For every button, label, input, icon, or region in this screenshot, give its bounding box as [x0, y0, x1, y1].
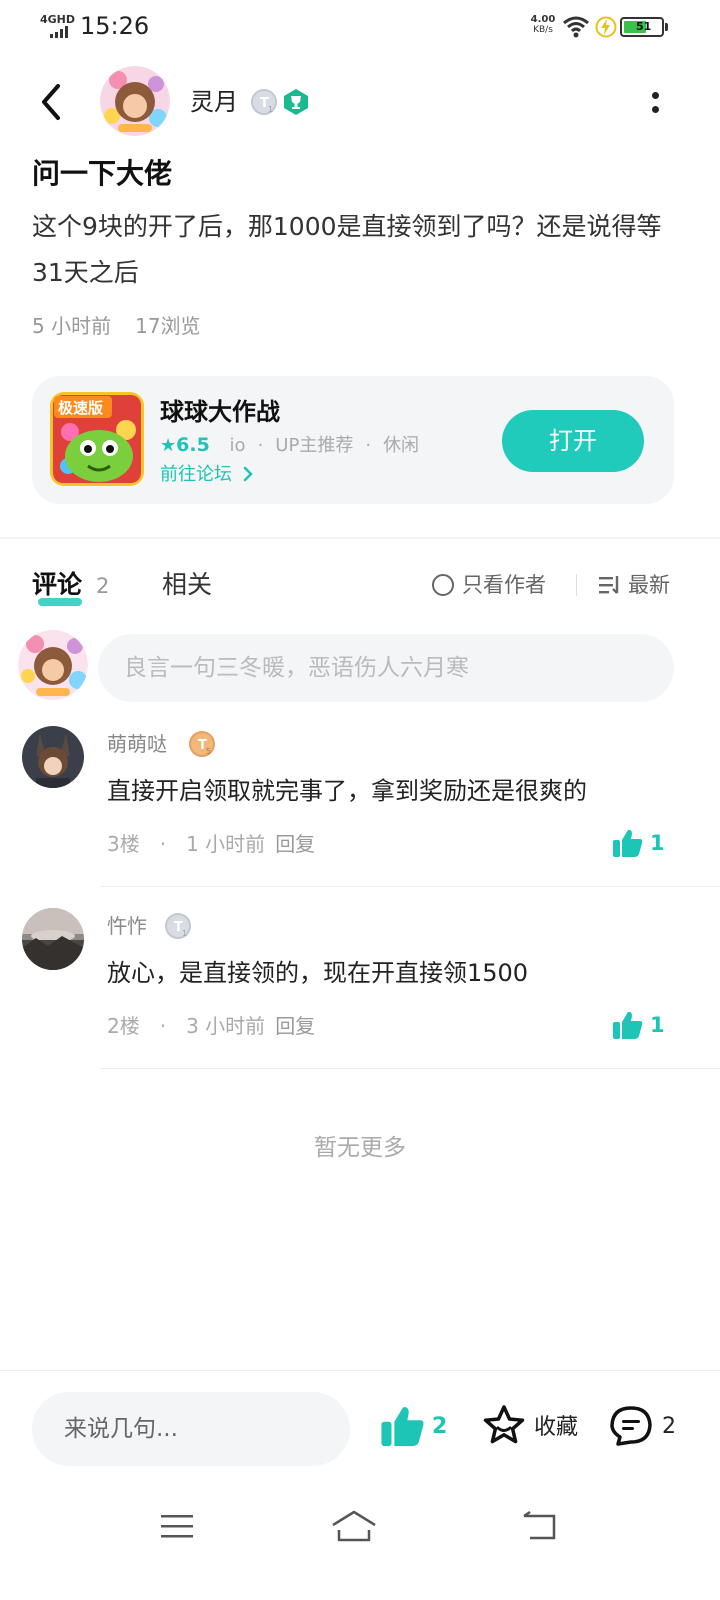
level-badge-icon: T 1 [251, 89, 277, 115]
post-views: 17浏览 [135, 314, 201, 338]
tab-related[interactable]: 相关 [162, 568, 212, 602]
author-only-label: 只看作者 [462, 573, 546, 597]
comment-like-count: 1 [650, 1013, 665, 1037]
open-game-button[interactable]: 打开 [502, 410, 644, 472]
trophy-badge-icon [284, 89, 308, 115]
speed-unit: KB/s [533, 25, 553, 35]
comment-meta: 3楼 · 1 小时前 回复 [107, 832, 316, 856]
thumbs-up-icon [613, 1011, 643, 1039]
comment-input[interactable]: 良言一句三冬暖，恶语伤人六月寒 [98, 634, 674, 702]
comment-time: 3 小时前 [186, 1014, 266, 1038]
wifi-icon [563, 16, 589, 38]
comment-like-count: 1 [650, 831, 665, 855]
star-icon: ★ [160, 435, 177, 456]
comment-like-button[interactable]: 1 [612, 1010, 665, 1040]
back-nav-icon[interactable] [520, 1510, 558, 1542]
author-avatar[interactable] [100, 66, 170, 136]
post-title: 问一下大佬 [32, 157, 173, 190]
home-icon[interactable] [330, 1508, 378, 1544]
comment-text: 放心，是直接领的，现在开直接领1500 [107, 959, 529, 987]
go-to-forum-label: 前往论坛 [160, 464, 232, 485]
comment-text: 直接开启领取就完事了，拿到奖励还是很爽的 [107, 777, 587, 805]
comment-bubble-icon [610, 1406, 652, 1446]
game-name[interactable]: 球球大作战 [160, 396, 280, 428]
tab-comments[interactable]: 评论 [32, 568, 82, 602]
reply-button[interactable]: 回复 [275, 832, 315, 856]
game-tag: UP主推荐 [275, 435, 354, 456]
status-bar: 4GHD 15:26 4.00 KB/s 51 [0, 0, 720, 56]
commenter-name[interactable]: 萌萌哒 [107, 730, 167, 758]
level-badge-icon: T 5 [189, 731, 215, 757]
star-outline-icon [483, 1405, 525, 1444]
menu-icon[interactable] [160, 1512, 194, 1542]
reply-button[interactable]: 回复 [275, 1014, 315, 1038]
commenter-name[interactable]: 忤怍 [107, 912, 147, 940]
comment-floor: 3楼 [107, 832, 140, 856]
bottom-bar-divider [0, 1370, 720, 1371]
chevron-right-icon [243, 466, 253, 482]
commenter-avatar[interactable] [22, 908, 84, 970]
comment-count: 2 [662, 1413, 676, 1439]
svg-text:1: 1 [182, 929, 187, 938]
radio-icon [432, 574, 454, 596]
post-like-button[interactable]: 2 [380, 1404, 447, 1448]
my-avatar [18, 630, 88, 700]
back-button[interactable] [34, 80, 74, 124]
game-icon[interactable]: 极速版 [50, 392, 144, 486]
sort-icon [599, 576, 619, 594]
game-card[interactable]: 极速版 球球大作战 ★6.5 io · UP主推荐 · 休闲 前往论坛 打开 [32, 376, 674, 504]
author-name[interactable]: 灵月 [190, 86, 238, 118]
comment-divider [100, 886, 720, 887]
battery-level: 51 [636, 20, 652, 33]
charging-icon [595, 16, 617, 38]
bottom-comment-input[interactable]: 来说几句... [32, 1392, 350, 1466]
level-badge-icon: T 1 [165, 913, 191, 939]
comment-like-button[interactable]: 1 [612, 828, 665, 858]
post-like-count: 2 [432, 1413, 448, 1439]
speed-value: 4.00 [530, 14, 556, 25]
go-to-forum-link[interactable]: 前往论坛 [160, 462, 254, 488]
more-options-button[interactable] [640, 84, 670, 120]
svg-text:5: 5 [206, 747, 211, 756]
thumbs-up-icon [613, 829, 643, 857]
favorite-label: 收藏 [534, 1415, 579, 1440]
game-rating: 6.5 [176, 434, 210, 456]
game-tag: 休闲 [383, 435, 420, 456]
no-more-label: 暂无更多 [314, 1135, 406, 1161]
sort-label: 最新 [628, 573, 670, 597]
commenter-avatar[interactable] [22, 726, 84, 788]
sort-toggle[interactable]: 最新 [598, 570, 670, 600]
comment-meta: 2楼 · 3 小时前 回复 [107, 1014, 316, 1038]
game-icon-banner: 极速版 [58, 399, 103, 417]
comment-divider [100, 1068, 720, 1069]
svg-text:1: 1 [268, 105, 273, 114]
comment-time: 1 小时前 [186, 832, 266, 856]
battery-icon: 51 [620, 17, 664, 37]
section-divider [0, 537, 720, 539]
signal-icon [50, 26, 68, 38]
favorite-button[interactable]: 收藏 [482, 1404, 578, 1446]
game-meta: ★6.5 io · UP主推荐 · 休闲 [160, 434, 420, 456]
thumbs-up-icon [381, 1407, 424, 1447]
clock: 15:26 [80, 12, 150, 40]
comment-floor: 2楼 [107, 1014, 140, 1038]
network-speed: 4.00 KB/s [526, 14, 560, 36]
author-only-toggle[interactable]: 只看作者 [432, 570, 546, 600]
filter-divider [576, 574, 577, 596]
comments-count: 2 [96, 574, 110, 598]
game-tag: io [229, 435, 246, 456]
comment-button[interactable]: 2 [608, 1404, 676, 1448]
post-time: 5 小时前 [32, 314, 112, 338]
post-meta: 5 小时前 17浏览 [32, 310, 201, 342]
network-type: 4GHD [40, 13, 76, 26]
post-body: 这个9块的开了后，那1000是直接领到了吗？还是说得等31天之后 [32, 212, 662, 287]
